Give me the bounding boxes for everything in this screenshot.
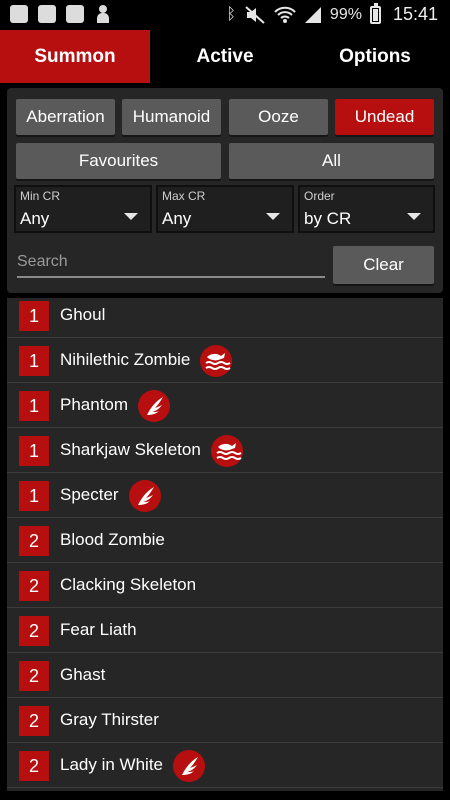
wing-icon xyxy=(128,480,161,512)
min-cr-label: Min CR xyxy=(20,189,61,203)
monster-name: Specter xyxy=(60,485,119,504)
cr-badge: 1 xyxy=(19,346,49,376)
mute-icon xyxy=(245,5,265,24)
all-button[interactable]: All xyxy=(229,143,434,179)
notification-icons xyxy=(10,5,112,23)
monster-name: Gray Thirster xyxy=(60,710,159,729)
swim-icon xyxy=(210,435,243,467)
monster-name: Nihilethic Zombie xyxy=(60,350,191,369)
monster-name: Sharkjaw Skeleton xyxy=(60,440,201,459)
list-item[interactable]: 1 Phantom xyxy=(7,383,443,428)
chevron-down-icon xyxy=(266,213,280,220)
max-cr-value: Any xyxy=(162,209,192,228)
tab-active[interactable]: Active xyxy=(150,30,300,83)
list-item[interactable]: 1 Specter xyxy=(7,473,443,518)
tab-options[interactable]: Options xyxy=(300,30,450,83)
monster-name: Clacking Skeleton xyxy=(60,575,197,594)
wifi-icon xyxy=(274,6,296,23)
list-item[interactable]: 1 Sharkjaw Skeleton xyxy=(7,428,443,473)
battery-percent: 99% xyxy=(329,5,362,23)
cr-badge: 2 xyxy=(19,571,49,601)
tab-bar: Summon Active Options xyxy=(0,30,450,83)
order-select[interactable]: Order by CR xyxy=(298,185,435,233)
monster-name: Lady in White xyxy=(60,755,163,774)
sync-icon xyxy=(10,5,28,23)
list-item[interactable]: 1 Ghoul xyxy=(7,298,443,338)
filter-aberration-button[interactable]: Aberration xyxy=(16,99,115,135)
search-input[interactable]: Search xyxy=(17,248,325,278)
order-value: by CR xyxy=(304,209,352,228)
max-cr-label: Max CR xyxy=(162,189,206,203)
cr-badge: 1 xyxy=(19,481,49,511)
min-cr-value: Any xyxy=(20,209,50,228)
cr-badge: 2 xyxy=(19,616,49,646)
favourites-button[interactable]: Favourites xyxy=(16,143,221,179)
signal-icon xyxy=(304,6,321,23)
battery-icon xyxy=(369,2,381,24)
clock: 15:41 xyxy=(392,4,438,24)
monster-list[interactable]: 1 Ghoul 1 Nihilethic Zombie 1 Phantom 1 Sharkja… xyxy=(7,298,443,791)
person-icon xyxy=(94,5,112,23)
battery-fill xyxy=(372,8,378,21)
cr-badge: 2 xyxy=(19,526,49,556)
cr-badge: 1 xyxy=(19,391,49,421)
clear-button[interactable]: Clear xyxy=(333,246,434,284)
wing-icon xyxy=(138,390,171,422)
swim-icon xyxy=(200,345,233,377)
gallery-icon xyxy=(38,5,56,23)
system-icons: ᛒ 99% 15:41 xyxy=(226,2,438,25)
shield-icon xyxy=(66,5,84,23)
monster-name: Blood Zombie xyxy=(60,530,165,549)
chevron-down-icon xyxy=(407,213,421,220)
monster-name: Ghast xyxy=(60,665,106,684)
min-cr-select[interactable]: Min CR Any xyxy=(14,185,152,233)
cr-badge: 1 xyxy=(19,301,49,331)
cr-badge: 1 xyxy=(19,436,49,466)
wing-icon xyxy=(173,750,205,782)
status-bar: ᛒ 99% 15:41 xyxy=(0,0,450,30)
max-cr-select[interactable]: Max CR Any xyxy=(156,185,294,233)
filter-panel: Aberration Humanoid Ooze Undead Favourit… xyxy=(7,88,443,293)
list-item[interactable]: 2 Lady in White xyxy=(7,743,443,788)
list-item[interactable]: 2 Gray Thirster xyxy=(7,698,443,743)
filter-humanoid-button[interactable]: Humanoid xyxy=(122,99,221,135)
monster-name: Ghoul xyxy=(60,305,106,324)
monster-name: Fear Liath xyxy=(60,620,137,639)
bluetooth-icon: ᛒ xyxy=(226,5,236,23)
cr-badge: 2 xyxy=(19,751,49,781)
filter-undead-button[interactable]: Undead xyxy=(335,99,434,135)
list-item[interactable]: 2 Clacking Skeleton xyxy=(7,563,443,608)
list-item[interactable]: 2 Blood Zombie xyxy=(7,518,443,563)
chevron-down-icon xyxy=(124,213,138,220)
list-item[interactable]: 1 Nihilethic Zombie xyxy=(7,338,443,383)
tab-summon[interactable]: Summon xyxy=(0,30,150,83)
cr-badge: 2 xyxy=(19,661,49,691)
cr-badge: 2 xyxy=(19,706,49,736)
list-item[interactable]: 2 Fear Liath xyxy=(7,608,443,653)
filter-ooze-button[interactable]: Ooze xyxy=(229,99,328,135)
order-label: Order xyxy=(304,189,335,203)
list-item[interactable]: 2 Ghast xyxy=(7,653,443,698)
monster-name: Phantom xyxy=(60,395,129,414)
